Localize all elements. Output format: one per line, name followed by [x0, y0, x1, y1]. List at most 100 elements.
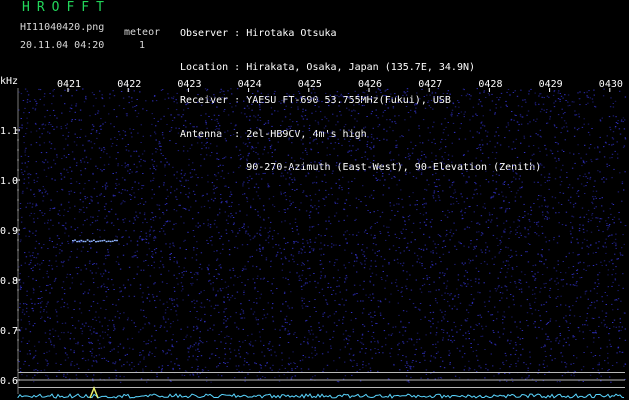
noise-speck [167, 195, 169, 197]
noise-speck [578, 253, 580, 255]
noise-speck [101, 94, 103, 96]
noise-speck [35, 230, 37, 232]
noise-speck [309, 274, 311, 276]
noise-speck [216, 278, 218, 280]
noise-speck [504, 137, 506, 139]
noise-speck [332, 113, 334, 115]
noise-speck [47, 161, 49, 163]
noise-speck [383, 330, 386, 332]
noise-speck [576, 270, 578, 271]
noise-speck [408, 322, 410, 324]
noise-speck [539, 93, 541, 95]
noise-speck [150, 218, 152, 220]
noise-speck [287, 128, 289, 130]
noise-speck [554, 100, 557, 102]
noise-speck [509, 257, 512, 258]
noise-speck [407, 364, 409, 366]
noise-speck [489, 109, 491, 111]
noise-speck [371, 325, 373, 327]
noise-speck [113, 324, 115, 326]
noise-speck [40, 291, 42, 292]
noise-speck [198, 293, 201, 295]
noise-speck [516, 173, 518, 175]
noise-speck [35, 350, 37, 352]
noise-speck [587, 102, 589, 104]
noise-speck [151, 113, 153, 115]
noise-speck [118, 317, 120, 319]
noise-speck [247, 373, 249, 375]
noise-speck [462, 169, 464, 171]
noise-speck [243, 317, 246, 319]
noise-speck [102, 186, 104, 188]
noise-speck [70, 182, 73, 184]
noise-speck [613, 216, 616, 218]
noise-speck [433, 121, 435, 123]
noise-speck [481, 152, 484, 154]
noise-speck [76, 137, 78, 138]
noise-speck [35, 173, 38, 175]
noise-speck [318, 189, 320, 191]
noise-speck [113, 330, 115, 331]
noise-speck [47, 284, 49, 286]
noise-speck [89, 224, 92, 226]
noise-speck [21, 124, 23, 126]
noise-speck [609, 157, 611, 159]
noise-speck [203, 290, 205, 291]
noise-speck [303, 341, 305, 343]
noise-speck [518, 178, 521, 180]
noise-speck [481, 105, 483, 106]
noise-speck [219, 212, 221, 214]
noise-speck [526, 320, 528, 321]
noise-speck [422, 214, 425, 216]
noise-speck [60, 306, 62, 308]
noise-speck [203, 144, 205, 146]
noise-speck [362, 324, 364, 326]
noise-speck [541, 108, 543, 110]
noise-speck [374, 234, 376, 236]
noise-speck [219, 238, 221, 240]
noise-speck [327, 138, 329, 140]
noise-speck [206, 193, 208, 195]
noise-speck [406, 88, 409, 90]
noise-speck [43, 169, 46, 171]
noise-speck [56, 321, 59, 323]
noise-speck [587, 253, 590, 255]
noise-speck [88, 180, 90, 182]
noise-speck [554, 136, 556, 138]
noise-speck [572, 284, 575, 286]
noise-speck [416, 169, 419, 171]
noise-speck [484, 377, 486, 379]
noise-speck [449, 186, 451, 188]
noise-speck [571, 274, 573, 275]
noise-speck [181, 177, 183, 179]
noise-speck [287, 154, 290, 156]
noise-speck [50, 219, 52, 221]
noise-speck [345, 330, 347, 332]
noise-speck [278, 133, 281, 135]
noise-speck [116, 116, 118, 118]
noise-speck [384, 110, 386, 111]
noise-speck [196, 184, 198, 186]
noise-speck [90, 133, 92, 135]
noise-speck [415, 279, 417, 281]
noise-speck [87, 369, 90, 371]
noise-speck [288, 183, 290, 185]
noise-speck [422, 248, 425, 250]
noise-speck [272, 278, 275, 279]
noise-speck [409, 367, 412, 369]
noise-speck [569, 309, 572, 311]
noise-speck [370, 97, 373, 99]
noise-speck [128, 96, 130, 98]
noise-speck [81, 333, 83, 335]
noise-speck [214, 354, 217, 356]
noise-speck [463, 116, 465, 118]
noise-speck [349, 145, 351, 147]
noise-speck [300, 343, 302, 345]
noise-speck [212, 200, 215, 202]
noise-speck [465, 270, 467, 272]
noise-speck [98, 132, 101, 134]
noise-speck [317, 152, 319, 154]
noise-speck [66, 123, 68, 125]
noise-speck [263, 219, 265, 221]
noise-speck [398, 154, 400, 156]
